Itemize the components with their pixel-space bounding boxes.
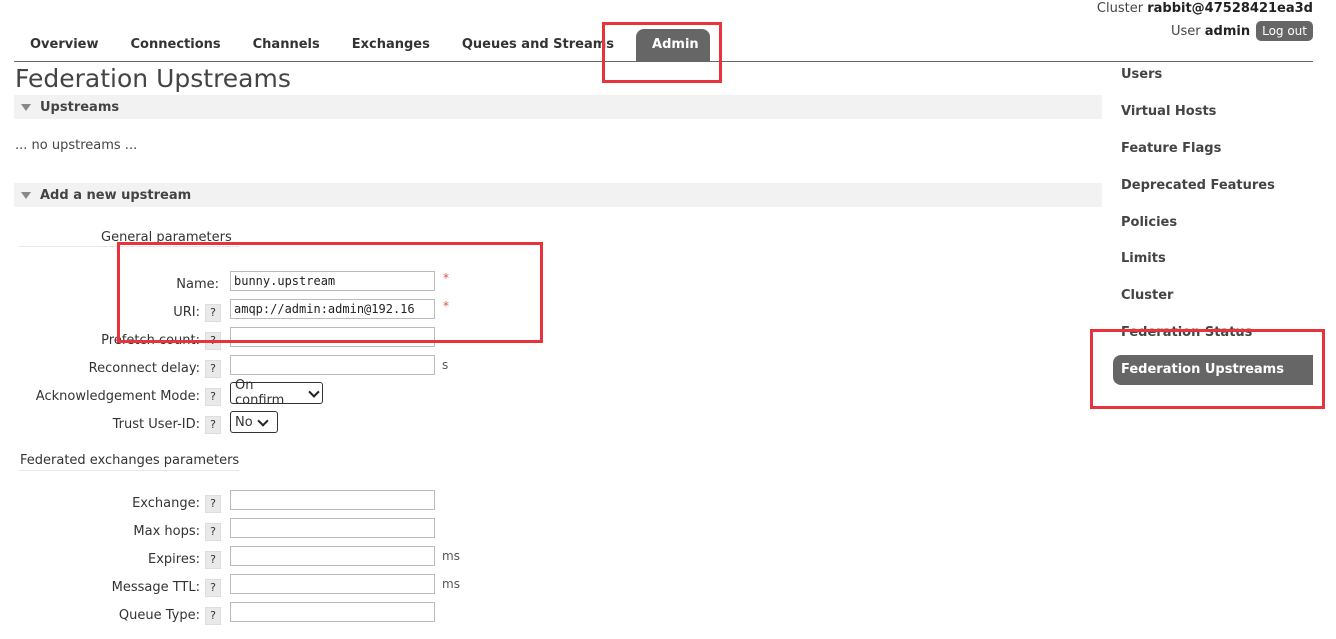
trust-user-id-select[interactable]: No	[230, 411, 278, 433]
collapse-triangle-icon	[21, 103, 31, 111]
highlight-box-name-uri	[117, 242, 543, 343]
sidebar-item-virtual-hosts[interactable]: Virtual Hosts	[1113, 97, 1313, 127]
queue-type-label: Queue Type:	[118, 608, 200, 623]
exchange-label: Exchange:	[132, 496, 200, 511]
queue-type-help-button[interactable]: ?	[205, 607, 221, 625]
chevron-down-icon	[257, 414, 269, 427]
sidebar-item-feature-flags[interactable]: Feature Flags	[1113, 134, 1313, 164]
max-hops-label: Max hops:	[133, 524, 200, 539]
reconnect-delay-unit: s	[442, 358, 449, 372]
highlight-box-federation-upstreams	[1090, 329, 1325, 409]
upstreams-section-title: Upstreams	[40, 99, 120, 115]
message-ttl-unit: ms	[442, 577, 460, 591]
tab-overview[interactable]: Overview	[14, 29, 115, 61]
cluster-info: Cluster rabbit@47528421ea3d	[1097, 1, 1313, 16]
trust-user-id-selected-value: No	[235, 414, 253, 430]
expires-input[interactable]	[230, 546, 435, 566]
ack-mode-help-button[interactable]: ?	[205, 388, 221, 406]
max-hops-help-button[interactable]: ?	[205, 523, 221, 541]
queue-type-input[interactable]	[230, 602, 435, 622]
reconnect-delay-label: Reconnect delay:	[88, 361, 200, 376]
user-label: User	[1170, 23, 1201, 39]
tab-channels[interactable]: Channels	[237, 29, 336, 61]
sidebar-item-deprecated-features[interactable]: Deprecated Features	[1113, 171, 1313, 201]
add-upstream-section-title: Add a new upstream	[40, 187, 192, 203]
cluster-name: rabbit@47528421ea3d	[1147, 1, 1313, 16]
ack-mode-label: Acknowledgement Mode:	[35, 389, 200, 404]
chevron-down-icon	[308, 385, 320, 398]
add-upstream-section-toggle[interactable]: Add a new upstream	[14, 183, 1102, 207]
federated-exchanges-heading: Federated exchanges parameters	[20, 453, 240, 468]
sidebar-item-policies[interactable]: Policies	[1113, 208, 1313, 238]
message-ttl-input[interactable]	[230, 574, 435, 594]
expires-help-button[interactable]: ?	[205, 551, 221, 569]
tab-connections[interactable]: Connections	[115, 29, 237, 61]
max-hops-input[interactable]	[230, 518, 435, 538]
sidebar-item-users[interactable]: Users	[1113, 60, 1313, 90]
federated-heading-underline	[19, 470, 239, 471]
page-title: Federation Upstreams	[15, 64, 291, 93]
ack-mode-selected-value: On confirm	[235, 378, 285, 408]
trust-user-id-label: Trust User-ID:	[112, 417, 200, 432]
exchange-help-button[interactable]: ?	[205, 495, 221, 513]
ack-mode-select[interactable]: On confirm	[230, 378, 323, 408]
collapse-triangle-icon	[21, 191, 31, 199]
expires-label: Expires:	[148, 552, 200, 567]
sidebar-item-cluster[interactable]: Cluster	[1113, 281, 1313, 311]
trust-user-id-help-button[interactable]: ?	[205, 416, 221, 434]
highlight-box-admin-tab	[602, 22, 722, 83]
user-info: User admin Log out	[1171, 21, 1313, 41]
reconnect-delay-input[interactable]	[230, 355, 435, 375]
no-upstreams-text: ... no upstreams ...	[15, 138, 138, 153]
logout-button[interactable]: Log out	[1256, 21, 1313, 41]
tab-exchanges[interactable]: Exchanges	[336, 29, 446, 61]
exchange-input[interactable]	[230, 490, 435, 510]
message-ttl-label: Message TTL:	[111, 580, 200, 595]
upstreams-section-toggle[interactable]: Upstreams	[14, 95, 1102, 119]
message-ttl-help-button[interactable]: ?	[205, 579, 221, 597]
user-name: admin	[1204, 23, 1251, 39]
sidebar-item-limits[interactable]: Limits	[1113, 244, 1313, 274]
cluster-label: Cluster	[1096, 1, 1144, 16]
expires-unit: ms	[442, 549, 460, 563]
reconnect-delay-help-button[interactable]: ?	[205, 360, 221, 378]
